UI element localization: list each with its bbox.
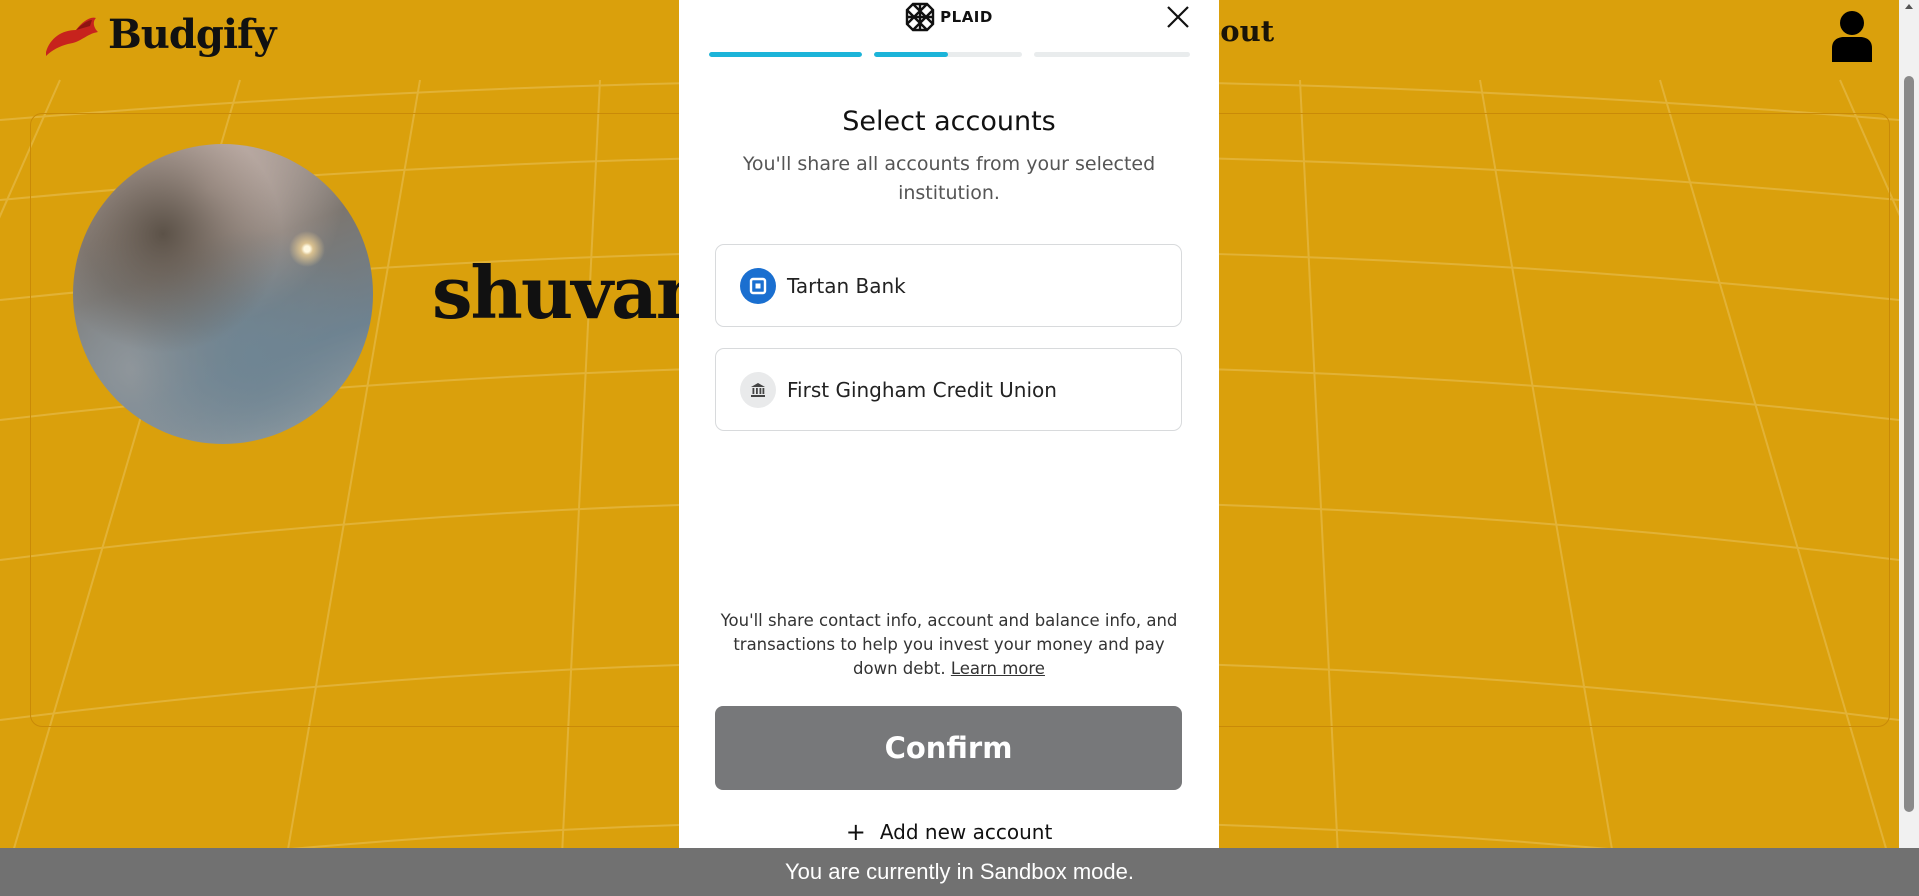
budgify-logo[interactable]: Budgify [42,8,276,60]
fox-logo-icon [46,17,98,56]
confirm-button[interactable]: Confirm [715,706,1182,790]
progress-step-2 [874,52,1022,57]
progress-step-3 [1034,52,1190,57]
data-sharing-disclosure: You'll share contact info, account and b… [717,609,1181,681]
disclosure-text: You'll share contact info, account and b… [720,611,1178,678]
account-label: First Gingham Credit Union [787,377,1057,402]
progress-step-1-fill [709,52,862,57]
tartan-bank-icon [740,267,776,304]
learn-more-link[interactable]: Learn more [951,659,1045,678]
plus-icon: + [845,818,866,846]
plaid-logo-text: PLAID [940,8,993,26]
bank-building-icon [740,371,776,408]
add-new-account-label: Add new account [879,820,1053,844]
add-new-account-button[interactable]: + Add new account [679,818,1219,846]
plaid-header: PLAID [679,2,1219,32]
scrollbar-thumb[interactable] [1904,76,1914,812]
account-option-first-gingham[interactable]: First Gingham Credit Union [715,348,1182,431]
sandbox-banner-text: You are currently in Sandbox mode. [785,859,1134,884]
page-scrollbar[interactable] [1899,0,1919,848]
plaid-link-modal: PLAID Select accounts You'll share all a… [679,0,1219,848]
account-label: Tartan Bank [787,273,906,298]
progress-step-1 [709,52,862,57]
scroll-up-arrow-icon[interactable] [1905,4,1913,9]
sandbox-mode-banner: You are currently in Sandbox mode. [0,848,1919,896]
modal-subtitle: You'll share all accounts from your sele… [742,153,1156,204]
plaid-logo-icon [905,2,935,32]
progress-step-2-fill [874,52,948,57]
close-icon[interactable] [1163,2,1193,32]
modal-title: Select accounts [842,106,1056,137]
avatar [73,144,373,444]
user-profile-icon[interactable] [1830,10,1874,62]
brand-name: Budgify [108,10,276,58]
account-option-tartan-bank[interactable]: Tartan Bank [715,244,1182,327]
